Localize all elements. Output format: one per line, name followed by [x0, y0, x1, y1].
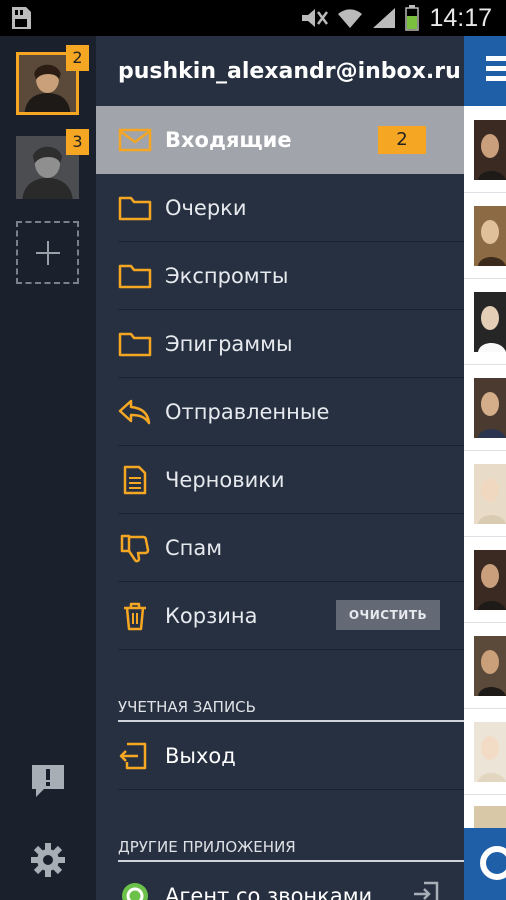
sender-avatar [474, 206, 506, 266]
unread-badge: 2 [66, 45, 89, 71]
account-avatar[interactable]: 3 [16, 129, 89, 199]
add-account-button[interactable] [16, 221, 79, 284]
sd-card-icon [12, 7, 31, 29]
logout-item[interactable]: Выход [96, 722, 464, 790]
folder-icon [118, 264, 152, 289]
folder-label: Входящие [165, 128, 292, 152]
account-section-header: УЧЕТНАЯ ЗАПИСЬ [118, 698, 464, 722]
folder-epigrams[interactable]: Эпиграммы [96, 310, 464, 378]
envelope-icon [118, 128, 152, 152]
logout-label: Выход [165, 744, 236, 768]
unread-count: 2 [378, 126, 426, 154]
sender-avatar [474, 120, 506, 180]
compose-button[interactable] [464, 828, 506, 900]
agent-app-icon [122, 883, 148, 900]
reply-icon [118, 399, 151, 425]
agent-app-label: Агент со звонками [165, 884, 373, 900]
folder-label: Корзина [165, 604, 258, 628]
app-toolbar [464, 36, 506, 106]
folder-essays[interactable]: Очерки [96, 174, 464, 242]
agent-app-item[interactable]: Агент со звонками [96, 862, 464, 900]
folder-trash[interactable]: Корзина ОЧИСТИТЬ [96, 582, 464, 650]
open-external-icon [414, 881, 439, 900]
account-email: pushkin_alexandr@inbox.ru [118, 58, 461, 84]
sender-avatar [474, 292, 506, 352]
folder-impromptus[interactable]: Экспромты [96, 242, 464, 310]
folder-icon [118, 196, 152, 221]
sender-avatar [474, 378, 506, 438]
logout-icon [119, 742, 147, 770]
clock: 14:17 [429, 3, 492, 32]
wifi-icon [338, 9, 363, 28]
sender-avatar [474, 806, 506, 828]
menu-icon[interactable] [486, 56, 506, 84]
status-bar: 14:17 [0, 0, 506, 36]
thumbs-down-icon [120, 534, 150, 563]
compose-icon [480, 846, 506, 880]
feedback-icon[interactable] [30, 763, 66, 799]
folder-spam[interactable]: Спам [96, 514, 464, 582]
clear-trash-button[interactable]: ОЧИСТИТЬ [336, 600, 440, 630]
gear-icon[interactable] [30, 842, 66, 878]
folder-label: Отправленные [165, 400, 330, 424]
sender-avatar [474, 464, 506, 524]
folder-sent[interactable]: Отправленные [96, 378, 464, 446]
folder-icon [118, 332, 152, 357]
sender-avatar [474, 550, 506, 610]
draft-icon [123, 465, 147, 495]
other-apps-section-header: ДРУГИЕ ПРИЛОЖЕНИЯ [118, 838, 464, 862]
folder-label: Эпиграммы [165, 332, 293, 356]
trash-icon [124, 602, 146, 631]
folder-inbox[interactable]: Входящие 2 [96, 106, 464, 174]
mute-icon [302, 9, 329, 27]
navigation-drawer: pushkin_alexandr@inbox.ru Входящие 2 Оче… [96, 36, 464, 900]
folder-label: Черновики [165, 468, 285, 492]
account-avatar-active[interactable]: 2 [16, 45, 89, 115]
unread-badge: 3 [66, 129, 89, 155]
signal-icon [373, 8, 396, 28]
folder-label: Экспромты [165, 264, 289, 288]
sender-avatar [474, 636, 506, 696]
battery-icon [405, 5, 420, 31]
folder-drafts[interactable]: Черновики [96, 446, 464, 514]
accounts-rail: 2 3 [0, 36, 96, 900]
folder-label: Очерки [165, 196, 247, 220]
message-list-peek [464, 36, 506, 900]
sender-avatar [474, 722, 506, 782]
folder-label: Спам [165, 536, 223, 560]
